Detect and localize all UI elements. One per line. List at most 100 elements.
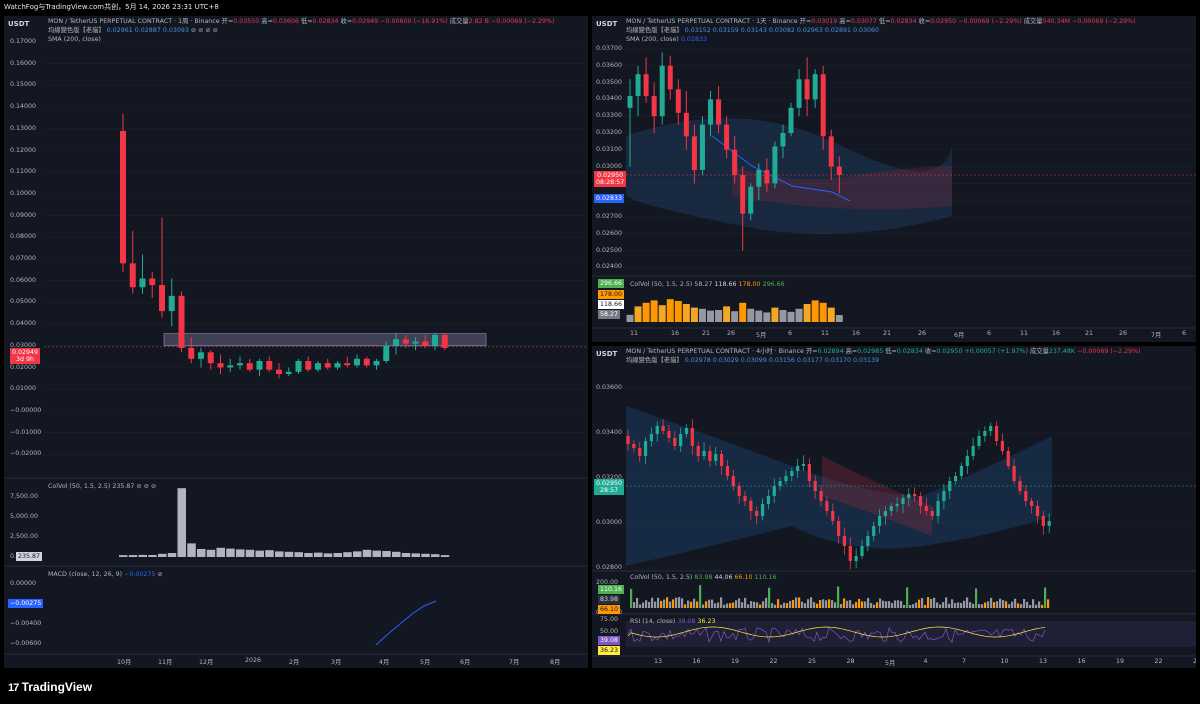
candle-body xyxy=(266,360,273,370)
colvol-bar xyxy=(717,602,720,608)
candle-body xyxy=(667,65,673,90)
colvol-bar xyxy=(333,553,342,557)
colvol-bar xyxy=(729,603,732,608)
colvol-tag: 58.27 xyxy=(598,310,621,319)
colvol-bar xyxy=(777,599,780,608)
colvol-bar xyxy=(323,553,333,557)
time-axis-label: 22 xyxy=(769,658,778,665)
candle-body xyxy=(766,496,770,504)
colvol-bar xyxy=(1020,604,1023,608)
candle-body xyxy=(732,149,738,175)
colvol-value: 44.06 xyxy=(714,574,733,581)
candle-body xyxy=(1012,466,1016,481)
colvol-bar xyxy=(981,604,984,608)
candle-body xyxy=(129,263,136,288)
candle-body xyxy=(667,431,671,438)
candle-body xyxy=(691,136,697,170)
sma-tag: 0.02833 xyxy=(594,194,625,203)
legend-icons[interactable]: ⊘ xyxy=(157,571,162,578)
colvol-bar xyxy=(763,312,771,322)
candle-body xyxy=(895,504,899,506)
price-axis-label: 0.03100 xyxy=(596,145,623,153)
colvol-bar xyxy=(634,306,642,322)
colvol-bar xyxy=(924,604,927,608)
time-axis-label: 6月 xyxy=(954,332,965,339)
candle-body xyxy=(661,426,665,431)
colvol-bar xyxy=(666,299,674,322)
colvol-bar xyxy=(216,547,225,557)
colvol-bar xyxy=(804,603,807,608)
candle-body xyxy=(655,426,659,434)
colvol-bar xyxy=(1032,599,1035,608)
colvol-bar xyxy=(906,587,909,608)
colvol-bar xyxy=(819,302,827,322)
candle-body xyxy=(804,79,810,100)
candle-body xyxy=(1000,441,1004,451)
candle-body xyxy=(178,295,185,348)
candle-body xyxy=(1024,491,1028,501)
colvol-bar xyxy=(915,602,918,608)
weekly-chart-panel[interactable]: USDT MON / TetherUS PERPETUAL CONTRACT ·… xyxy=(4,16,588,668)
colvol-bar xyxy=(765,597,768,608)
time-axis-label: 11月 xyxy=(158,659,173,666)
colvol-bar xyxy=(835,315,843,322)
colvol-bar xyxy=(900,601,903,608)
candle-body xyxy=(237,363,243,366)
colvol-label: ColVol (50, 1.5, 2.5) xyxy=(630,281,693,288)
colvol-bar xyxy=(187,543,196,557)
colvol-bar xyxy=(684,604,687,608)
colvol-bar xyxy=(867,597,870,608)
colvol-bar xyxy=(314,552,323,557)
colvol-value: 178.00 xyxy=(738,281,761,288)
tradingview-logo[interactable]: 17 TradingView xyxy=(8,680,92,694)
colvol-tag: 66.10 xyxy=(598,605,621,614)
colvol-bar xyxy=(831,600,834,608)
candle-body xyxy=(866,536,870,546)
candle-body xyxy=(755,511,759,516)
time-axis-label: 6 xyxy=(987,330,992,337)
macd-label: MACD (close, 12, 26, 9) xyxy=(48,571,123,578)
candle-body xyxy=(924,506,928,511)
colvol-bar xyxy=(642,602,645,608)
candle-body xyxy=(354,358,360,366)
colvol-bar xyxy=(837,586,840,608)
h4-chart-panel[interactable]: USDT MON / TetherUS PERPETUAL CONTRACT ·… xyxy=(592,346,1196,668)
colvol-bar xyxy=(798,597,801,608)
candle-body xyxy=(638,448,642,456)
candle-body xyxy=(673,438,677,446)
daily-chart-panel[interactable]: USDT MON / TetherUS PERPETUAL CONTRACT ·… xyxy=(592,16,1196,342)
colvol-bar xyxy=(960,602,963,608)
price-axis-label: 0.08000 xyxy=(10,233,37,241)
price-axis-label: 0.06000 xyxy=(10,276,37,284)
colvol-bar xyxy=(768,587,771,608)
daily-chart-canvas[interactable] xyxy=(592,16,1196,342)
candle-body xyxy=(872,526,876,536)
colvol-bar xyxy=(128,555,138,557)
time-axis-label: 26 xyxy=(1119,330,1128,337)
time-axis-label: 2月 xyxy=(289,659,300,666)
price-axis-label: 0.14000 xyxy=(10,103,37,111)
price-tag: 0.02950 28:57 xyxy=(594,479,625,495)
candle-body xyxy=(714,454,718,461)
time-axis-label: 16 xyxy=(1052,330,1061,337)
time-axis-label: 6 xyxy=(788,330,793,337)
colvol-bar xyxy=(284,551,294,557)
candle-body xyxy=(256,360,263,370)
colvol-label: ColVol (50, 1.5, 2.5) xyxy=(48,483,111,490)
candle-body xyxy=(812,74,818,100)
candle-body xyxy=(305,360,312,370)
colvol-bar xyxy=(681,598,684,608)
candle-body xyxy=(643,74,649,97)
price-axis-label: 0.03700 xyxy=(596,45,623,52)
time-axis-label: 26 xyxy=(727,330,736,337)
candle-body xyxy=(836,166,842,175)
legend-icons[interactable]: ⊘ ⊘ ⊘ xyxy=(136,483,156,490)
time-axis-label: 10月 xyxy=(117,659,132,666)
macd-axis-label: 0.00000 xyxy=(10,580,37,587)
colvol-bar xyxy=(690,307,698,322)
price-tag-countdown: 3d 9h xyxy=(16,356,35,363)
time-axis-label: 4 xyxy=(923,658,928,665)
candle-body xyxy=(402,339,409,344)
candle-body xyxy=(778,481,782,486)
rsi-tag: 36.23 xyxy=(598,646,621,655)
